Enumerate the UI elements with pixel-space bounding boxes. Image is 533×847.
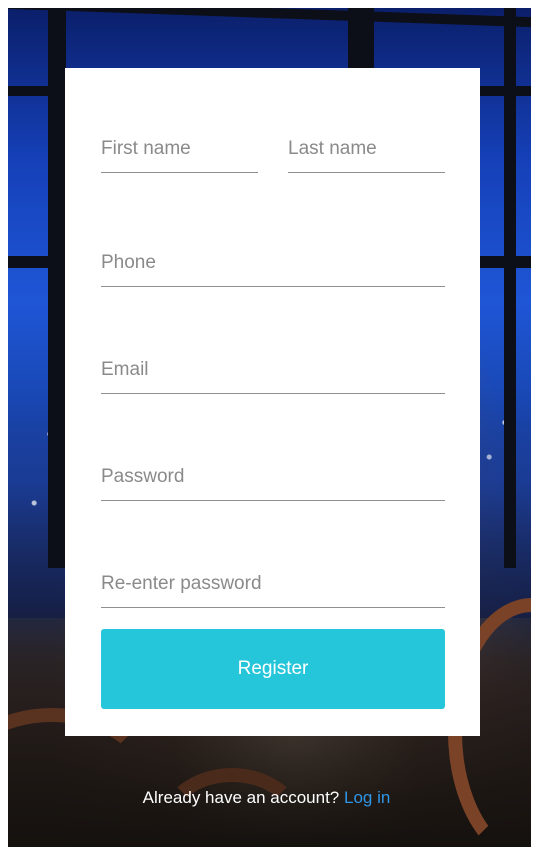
email-field-wrapper xyxy=(101,349,445,394)
last-name-field-wrapper xyxy=(288,128,445,173)
window-frame xyxy=(504,8,516,568)
password-input[interactable] xyxy=(101,456,445,498)
login-prompt-text: Already have an account? xyxy=(142,788,340,807)
last-name-input[interactable] xyxy=(288,128,445,170)
email-input[interactable] xyxy=(101,349,445,391)
phone-input[interactable] xyxy=(101,242,445,284)
window-frame xyxy=(48,8,66,568)
login-prompt: Already have an account? Log in xyxy=(0,788,533,808)
register-button[interactable]: Register xyxy=(101,629,445,709)
phone-field-wrapper xyxy=(101,242,445,287)
login-link[interactable]: Log in xyxy=(344,788,390,807)
window-frame xyxy=(8,8,531,28)
first-name-field-wrapper xyxy=(101,128,258,173)
first-name-input[interactable] xyxy=(101,128,258,170)
reenter-password-field-wrapper xyxy=(101,563,445,608)
registration-page: Register Already have an account? Log in xyxy=(0,0,533,847)
password-field-wrapper xyxy=(101,456,445,501)
reenter-password-input[interactable] xyxy=(101,563,445,605)
registration-card: Register xyxy=(65,68,480,736)
